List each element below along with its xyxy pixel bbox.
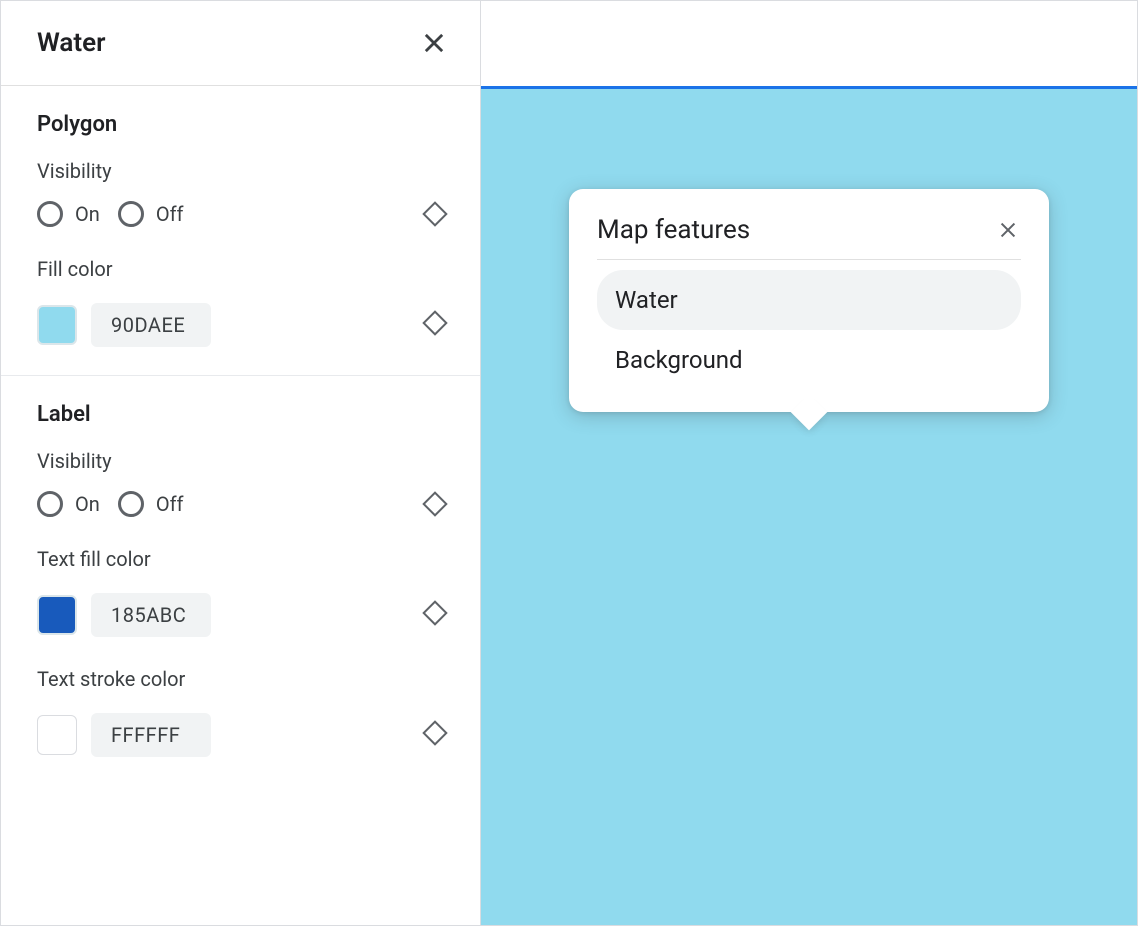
radio-polygon-visibility-off[interactable]: Off xyxy=(118,201,184,227)
field-polygon-visibility: Visibility On Off xyxy=(37,159,444,227)
popover-item-background[interactable]: Background xyxy=(597,330,1021,390)
field-polygon-fill-color: Fill color 90DAEE xyxy=(37,257,444,347)
panel-header: Water xyxy=(1,1,480,86)
popover-title: Map features xyxy=(597,215,750,245)
text-fill-color-hex-input[interactable]: 185ABC xyxy=(91,593,211,637)
field-text-fill-color: Text fill color 185ABC xyxy=(37,547,444,637)
reset-polygon-visibility-icon[interactable] xyxy=(422,201,447,226)
style-panel: Water Polygon Visibility On xyxy=(1,1,481,925)
reset-text-fill-color-icon[interactable] xyxy=(422,600,447,625)
reset-label-visibility-icon[interactable] xyxy=(422,491,447,516)
preview-topbar xyxy=(481,1,1137,89)
radio-label-visibility-off[interactable]: Off xyxy=(118,491,184,517)
reset-text-stroke-color-icon[interactable] xyxy=(422,720,447,745)
section-label: Label Visibility On Off xyxy=(1,376,480,785)
section-heading-polygon: Polygon xyxy=(37,112,444,137)
popover-close-icon[interactable] xyxy=(995,217,1021,243)
popover-item-water[interactable]: Water xyxy=(597,270,1021,330)
map-preview: Map features Water Background xyxy=(481,1,1137,925)
section-heading-label: Label xyxy=(37,402,444,427)
reset-fill-color-icon[interactable] xyxy=(422,310,447,335)
text-stroke-color-hex-input[interactable]: FFFFFF xyxy=(91,713,211,757)
map-features-popover: Map features Water Background xyxy=(569,189,1049,412)
close-icon[interactable] xyxy=(418,27,450,59)
text-fill-color-swatch[interactable] xyxy=(37,595,77,635)
radio-label-visibility-on[interactable]: On xyxy=(37,491,100,517)
preview-map-canvas[interactable]: Map features Water Background xyxy=(481,89,1137,925)
field-text-stroke-color: Text stroke color FFFFFF xyxy=(37,667,444,757)
visibility-label: Visibility xyxy=(37,159,444,183)
fill-color-label: Fill color xyxy=(37,257,444,281)
text-stroke-color-label: Text stroke color xyxy=(37,667,444,691)
fill-color-hex-input[interactable]: 90DAEE xyxy=(91,303,211,347)
section-polygon: Polygon Visibility On Off xyxy=(1,86,480,376)
radio-polygon-visibility-on[interactable]: On xyxy=(37,201,100,227)
popover-divider xyxy=(597,259,1021,260)
label-visibility-label: Visibility xyxy=(37,449,444,473)
field-label-visibility: Visibility On Off xyxy=(37,449,444,517)
text-stroke-color-swatch[interactable] xyxy=(37,715,77,755)
fill-color-swatch[interactable] xyxy=(37,305,77,345)
panel-title: Water xyxy=(37,28,105,58)
text-fill-color-label: Text fill color xyxy=(37,547,444,571)
